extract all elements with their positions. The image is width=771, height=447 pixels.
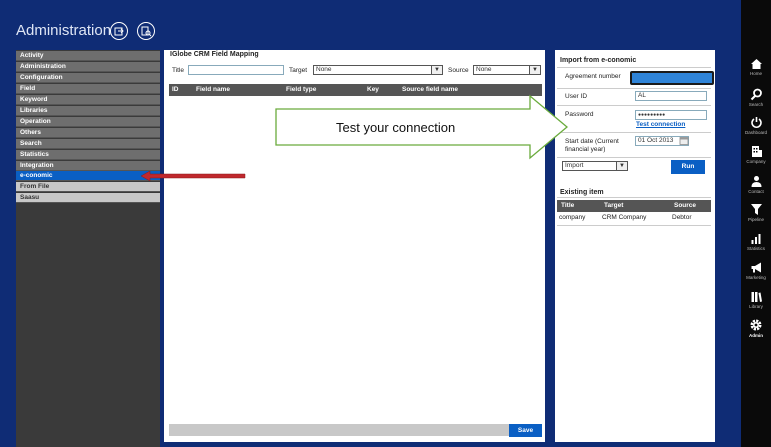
nav-marketing[interactable]: Marketing — [741, 261, 771, 280]
nav-pipeline[interactable]: Pipeline — [741, 203, 771, 222]
callout-text: Test your connection — [336, 120, 456, 135]
nav-contact[interactable]: Contact — [741, 175, 771, 194]
red-arrow — [140, 170, 246, 182]
building-icon — [751, 146, 762, 157]
nav-company[interactable]: Company — [741, 145, 771, 164]
home-icon — [750, 59, 762, 69]
nav-home[interactable]: Home — [741, 58, 771, 76]
nav-admin[interactable]: Admin — [741, 318, 771, 338]
nav-label: Pipeline — [747, 217, 764, 222]
nav-dashboard[interactable]: Dashboard — [741, 116, 771, 135]
chart-icon — [751, 234, 760, 244]
nav-label: Statistics — [746, 246, 765, 251]
power-icon — [750, 117, 762, 128]
nav-label: Library — [749, 304, 763, 309]
annotation-layer — [140, 94, 569, 182]
books-icon — [751, 292, 762, 302]
nav-statistics[interactable]: Statistics — [741, 232, 771, 251]
nav-search[interactable]: Search — [741, 88, 771, 107]
app-window: Administration Activity Administration C… — [0, 0, 771, 447]
nav-library[interactable]: Library — [741, 290, 771, 309]
search-icon — [750, 88, 762, 101]
nav-label: Contact — [748, 189, 764, 194]
megaphone-icon — [751, 262, 761, 273]
nav-label: Company — [746, 159, 766, 164]
nav-label: Home — [749, 71, 762, 76]
nav-label: Marketing — [746, 275, 766, 280]
nav-label: Admin — [749, 333, 763, 338]
nav-label: Dashboard — [744, 130, 767, 135]
funnel-icon — [750, 204, 762, 215]
gear-icon — [750, 319, 762, 331]
nav-label: Search — [748, 102, 764, 107]
person-icon — [751, 176, 761, 187]
